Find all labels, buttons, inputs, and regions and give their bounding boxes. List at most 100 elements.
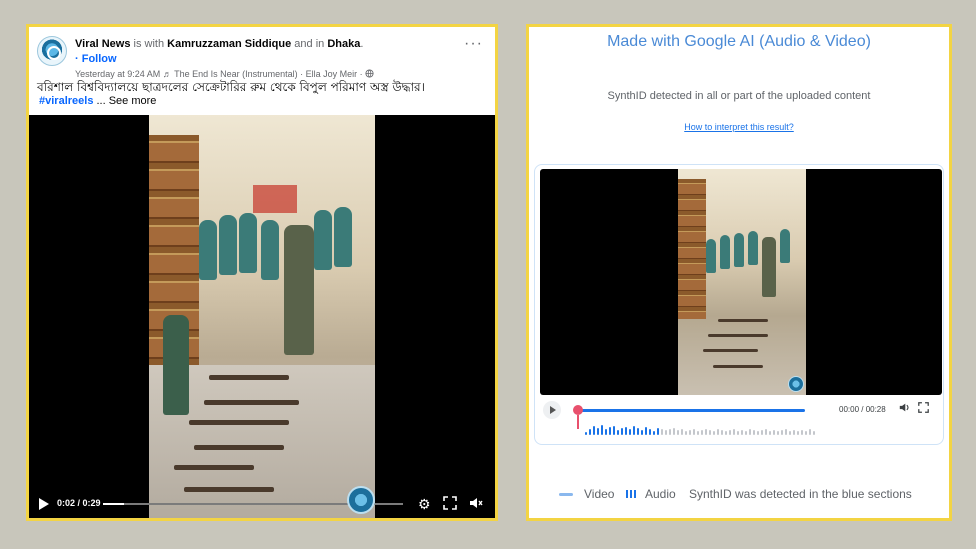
waveform-bar — [805, 431, 807, 435]
player-time: 00:00 / 00:28 — [839, 405, 886, 414]
rifle-shape — [194, 445, 284, 450]
legend-video-swatch — [559, 493, 573, 496]
waveform-bar — [601, 425, 603, 435]
officer-figure — [219, 215, 237, 275]
follow-button[interactable]: · Follow — [75, 53, 117, 65]
post-header: Viral News is with Kamruzzaman Siddique … — [35, 33, 487, 83]
waveform-bar — [773, 430, 775, 435]
expand-icon[interactable] — [443, 496, 457, 513]
page-logo-badge — [347, 486, 375, 514]
waveform-bar — [793, 430, 795, 435]
waveform-bar — [781, 430, 783, 435]
play-icon[interactable] — [39, 498, 49, 510]
meta-separator: · — [359, 69, 363, 79]
play-icon[interactable] — [543, 401, 561, 419]
officer-figure — [706, 239, 716, 273]
waveform-bar — [745, 431, 747, 435]
rifle-shape — [708, 334, 768, 337]
more-options-icon[interactable]: ··· — [464, 36, 483, 52]
expand-icon[interactable] — [918, 402, 929, 416]
waveform-bar — [633, 426, 635, 435]
rifle-shape — [174, 465, 254, 470]
page-avatar[interactable] — [37, 36, 67, 66]
rifle-shape — [703, 349, 758, 352]
waveform-bar — [749, 429, 751, 435]
waveform-bar — [713, 431, 715, 435]
legend-note: SynthID was detected in the blue section… — [689, 487, 912, 501]
with-text: is with — [133, 38, 165, 50]
result-subtitle: SynthID detected in all or part of the u… — [607, 90, 871, 102]
volume-muted-icon[interactable] — [469, 496, 483, 513]
officer-figure — [780, 229, 790, 263]
waveform-bar — [693, 429, 695, 435]
page-logo-badge — [788, 376, 804, 392]
timestamp-link[interactable]: Yesterday at 9:24 AM — [75, 69, 160, 79]
video-time-separator: / — [75, 498, 83, 508]
playhead-handle[interactable] — [573, 405, 583, 415]
officer-figure — [199, 220, 217, 280]
result-video[interactable] — [540, 169, 942, 395]
legend: Video Audio SynthID was detected in the … — [529, 487, 949, 503]
legend-audio-label: Audio — [645, 487, 676, 501]
waveform-bar — [777, 431, 779, 435]
facebook-post-panel: Viral News is with Kamruzzaman Siddique … — [26, 24, 498, 521]
waveform-bar — [737, 431, 739, 435]
waveform-bar — [621, 428, 623, 435]
song-link[interactable]: The End Is Near (Instrumental) · Ella Jo… — [174, 69, 357, 79]
result-title: Made with Google AI (Audio & Video) — [607, 33, 871, 50]
waveform-bar — [641, 430, 643, 435]
waveform-bar — [717, 429, 719, 435]
waveform-bar — [589, 429, 591, 435]
waveform-bar — [769, 431, 771, 435]
volume-icon[interactable] — [899, 402, 910, 416]
rifle-shape — [209, 375, 289, 380]
waveform-bar — [593, 426, 595, 435]
officer-figure — [314, 210, 332, 270]
location-link[interactable]: Dhaka — [327, 38, 360, 50]
waveform-bar — [617, 430, 619, 435]
tagged-person-link[interactable]: Kamruzzaman Siddique — [167, 38, 291, 50]
video-time: 0:02 / 0:29 — [57, 498, 101, 508]
waveform-bar — [725, 431, 727, 435]
gear-icon[interactable]: ⚙ — [418, 496, 431, 512]
location-suffix: . — [360, 38, 364, 50]
waveform-bar — [665, 430, 667, 435]
hashtag-line: #viralreels ... See more — [39, 95, 156, 107]
waveform-bar — [657, 428, 659, 435]
see-more-link[interactable]: ... See more — [97, 95, 157, 107]
waveform-bar — [585, 432, 587, 435]
video-time-total: 0:29 — [82, 498, 101, 508]
synthid-result-panel: Made with Google AI (Audio & Video) Synt… — [526, 24, 952, 521]
interpret-result-link[interactable]: How to interpret this result? — [529, 122, 949, 132]
post-video[interactable]: 0:02 / 0:29 ⚙ — [29, 115, 495, 518]
rifle-shape — [189, 420, 289, 425]
officer-figure — [748, 231, 758, 265]
waveform-bar — [689, 430, 691, 435]
waveform-bar — [809, 429, 811, 435]
video-controls: 0:02 / 0:29 ⚙ — [29, 486, 495, 518]
media-player-card: 00:00 / 00:28 — [534, 164, 944, 445]
post-meta: Yesterday at 9:24 AM ♬ The End Is Near (… — [75, 69, 374, 79]
waveform-bar — [729, 430, 731, 435]
waveform-bar — [669, 429, 671, 435]
result-video-frame — [678, 169, 806, 395]
hashtag-link[interactable]: #viralreels — [39, 95, 93, 107]
waveform-bar — [765, 429, 767, 435]
officer-figure — [762, 237, 776, 297]
waveform-bar — [785, 429, 787, 435]
waveform-bar — [605, 429, 607, 435]
waveform-bar — [649, 429, 651, 435]
legend-video-label: Video — [584, 487, 615, 501]
rifle-shape — [204, 400, 299, 405]
bookshelf-shape — [678, 179, 706, 319]
page-name-link[interactable]: Viral News — [75, 38, 130, 50]
waveform-bar — [597, 428, 599, 435]
officer-figure — [734, 233, 744, 267]
legend-audio-swatch — [626, 490, 636, 498]
waveform-bar — [705, 429, 707, 435]
playhead-line — [577, 415, 579, 429]
waveform-bar — [733, 429, 735, 435]
waveform-bar — [813, 431, 815, 435]
globe-icon — [365, 69, 374, 79]
player-progress-bar[interactable] — [579, 409, 805, 412]
